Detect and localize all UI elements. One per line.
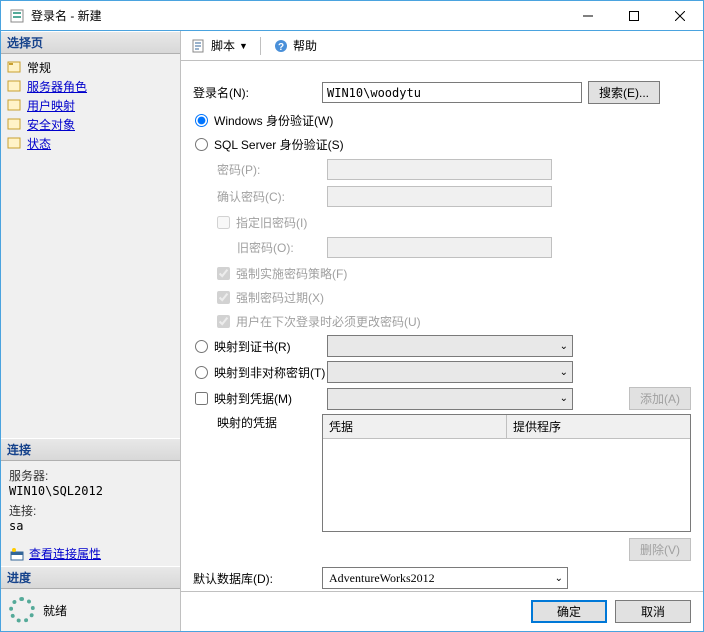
conn-label: 连接: xyxy=(9,502,172,519)
login-name-input[interactable] xyxy=(322,82,582,103)
windows-auth-label: Windows 身份验证(W) xyxy=(214,112,333,129)
ok-button[interactable]: 确定 xyxy=(531,600,607,623)
main-panel: 脚本 ▼ ? 帮助 登录名(N): 搜索(E)... xyxy=(181,31,703,631)
login-new-window: 登录名 - 新建 选择页 常规 服务器角色 用户映射 安全对象 状态 连接 服务… xyxy=(0,0,704,632)
form-content: 登录名(N): 搜索(E)... Windows 身份验证(W) SQL Ser… xyxy=(181,61,703,591)
connection-header: 连接 xyxy=(1,438,180,461)
chevron-down-icon: ⌄ xyxy=(560,341,568,352)
enforce-policy-checkbox xyxy=(217,267,230,280)
connection-info: 服务器: WIN10\SQL2012 连接: sa xyxy=(1,461,180,541)
ready-label: 就绪 xyxy=(43,602,67,619)
conn-value: sa xyxy=(9,519,172,533)
toolbar-separator xyxy=(260,37,261,55)
specify-old-label: 指定旧密码(I) xyxy=(236,214,307,231)
page-status[interactable]: 状态 xyxy=(5,134,176,153)
password-input xyxy=(327,159,552,180)
default-db-label: 默认数据库(D): xyxy=(187,570,322,587)
must-change-checkbox xyxy=(217,315,230,328)
titlebar[interactable]: 登录名 - 新建 xyxy=(1,1,703,31)
specify-old-checkbox xyxy=(217,216,230,229)
script-button[interactable]: 脚本 ▼ xyxy=(187,35,252,56)
sidebar: 选择页 常规 服务器角色 用户映射 安全对象 状态 连接 服务器: WIN10\… xyxy=(1,31,181,631)
map-cred-label: 映射到凭据(M) xyxy=(214,390,292,407)
enforce-expire-label: 强制密码过期(X) xyxy=(236,289,324,306)
svg-text:?: ? xyxy=(278,42,284,53)
minimize-button[interactable] xyxy=(565,1,611,30)
app-icon xyxy=(9,8,25,24)
credential-grid[interactable]: 凭据 提供程序 xyxy=(322,414,691,532)
dropdown-arrow-icon: ▼ xyxy=(239,41,248,51)
windows-auth-radio[interactable] xyxy=(195,114,208,127)
search-button[interactable]: 搜索(E)... xyxy=(588,81,660,104)
chevron-down-icon: ⌄ xyxy=(560,393,568,404)
properties-icon xyxy=(9,546,25,562)
asym-combo[interactable]: ⌄ xyxy=(327,361,573,383)
remove-button: 删除(V) xyxy=(629,538,691,561)
spinner-icon xyxy=(9,597,35,623)
grid-body xyxy=(323,439,690,531)
password-label: 密码(P): xyxy=(217,161,327,178)
sql-auth-radio[interactable] xyxy=(195,138,208,151)
toolbar: 脚本 ▼ ? 帮助 xyxy=(181,31,703,61)
col-credential: 凭据 xyxy=(323,415,507,438)
old-password-input xyxy=(327,237,552,258)
script-icon xyxy=(191,38,207,54)
confirm-password-label: 确认密码(C): xyxy=(217,188,327,205)
default-db-combo[interactable]: AdventureWorks2012⌄ xyxy=(322,567,568,589)
progress-header: 进度 xyxy=(1,566,180,589)
sql-auth-label: SQL Server 身份验证(S) xyxy=(214,136,344,153)
progress-status: 就绪 xyxy=(1,589,180,631)
map-cred-checkbox[interactable] xyxy=(195,392,208,405)
server-label: 服务器: xyxy=(9,467,172,484)
maximize-button[interactable] xyxy=(611,1,657,30)
page-securables[interactable]: 安全对象 xyxy=(5,115,176,134)
page-tree: 常规 服务器角色 用户映射 安全对象 状态 xyxy=(1,54,180,157)
login-name-label: 登录名(N): xyxy=(187,84,322,101)
enforce-policy-label: 强制实施密码策略(F) xyxy=(236,265,347,282)
map-cert-radio[interactable] xyxy=(195,340,208,353)
window-title: 登录名 - 新建 xyxy=(31,7,565,24)
mapped-cred-label: 映射的凭据 xyxy=(187,414,322,431)
map-cert-label: 映射到证书(R) xyxy=(214,338,291,355)
confirm-password-input xyxy=(327,186,552,207)
cancel-button[interactable]: 取消 xyxy=(615,600,691,623)
must-change-label: 用户在下次登录时必须更改密码(U) xyxy=(236,313,421,330)
help-button[interactable]: ? 帮助 xyxy=(269,35,321,56)
close-button[interactable] xyxy=(657,1,703,30)
map-asym-label: 映射到非对称密钥(T) xyxy=(214,364,325,381)
chevron-down-icon: ⌄ xyxy=(555,573,563,584)
chevron-down-icon: ⌄ xyxy=(560,367,568,378)
server-value: WIN10\SQL2012 xyxy=(9,484,172,498)
page-user-mapping[interactable]: 用户映射 xyxy=(5,96,176,115)
help-icon: ? xyxy=(273,38,289,54)
cred-combo[interactable]: ⌄ xyxy=(327,388,573,410)
enforce-expire-checkbox xyxy=(217,291,230,304)
old-password-label: 旧密码(O): xyxy=(237,239,327,256)
dialog-footer: 确定 取消 xyxy=(181,591,703,631)
page-general[interactable]: 常规 xyxy=(5,58,176,77)
view-connection-properties[interactable]: 查看连接属性 xyxy=(1,541,180,566)
add-button: 添加(A) xyxy=(629,387,691,410)
col-provider: 提供程序 xyxy=(507,415,690,438)
select-page-header: 选择页 xyxy=(1,31,180,54)
page-server-roles[interactable]: 服务器角色 xyxy=(5,77,176,96)
map-asym-radio[interactable] xyxy=(195,366,208,379)
cert-combo[interactable]: ⌄ xyxy=(327,335,573,357)
